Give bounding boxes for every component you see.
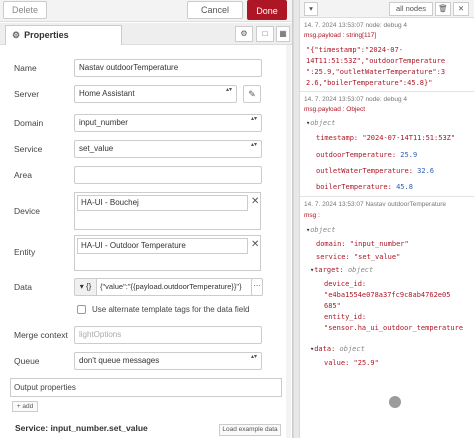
tab-properties[interactable]: ⚙ Properties (5, 25, 122, 45)
message-divider (300, 196, 474, 197)
server-select[interactable]: Home Assistant (74, 85, 237, 103)
entity-label: Entity (14, 247, 36, 257)
load-example-button[interactable]: Load example data (219, 424, 281, 436)
mouse-cursor-indicator (389, 396, 401, 408)
debug-sidebar: ▾ all nodes 🗑 ✕ 14. 7. 2024 13:53:07 nod… (300, 0, 474, 438)
remove-entity-icon[interactable]: ✕ (251, 239, 259, 250)
pencil-icon: ✎ (248, 89, 256, 99)
data-value: {"value":"{{payload.outdoorTemperature}}… (100, 282, 242, 291)
property-value: "e4ba1554e078a37fc9c8ab4762e05 (324, 291, 451, 299)
settings-tab-icon[interactable]: ⚙ (235, 26, 253, 42)
object-toggle[interactable]: ▾object (306, 226, 336, 234)
editor-tabbar: ⚙ Properties ⚙ □ ▦ (0, 23, 292, 45)
property-row: service: "set_value" (316, 253, 401, 261)
service-select[interactable]: set_value (74, 140, 262, 158)
property-row: device_id: (324, 280, 367, 288)
description-tab-icon[interactable]: □ (256, 26, 274, 42)
json-type-icon: {} (85, 282, 92, 291)
appearance-tab-icon[interactable]: ▦ (276, 26, 290, 42)
service-footer: Service: input_number.set_value (15, 423, 148, 433)
property-row: outdoorTemperature: 25.9 (316, 151, 418, 159)
payload-line: 2.6,"boilerTemperature":45.8}" (306, 79, 433, 87)
editor-scrollbar[interactable] (286, 45, 291, 438)
gear-icon: ⚙ (12, 30, 21, 40)
message-type: msg : (304, 212, 320, 219)
merge-context-input[interactable]: lightOptions (74, 326, 262, 344)
message-divider (300, 91, 474, 92)
service-label: Service (14, 144, 43, 154)
remove-device-icon[interactable]: ✕ (251, 196, 259, 207)
alt-template-checkbox[interactable] (77, 305, 86, 314)
entity-picker[interactable]: HA-UI - Outdoor Temperature ✕ (74, 235, 261, 271)
message-type: msg.payload : Object (304, 106, 366, 113)
queue-select[interactable]: don't queue messages (74, 352, 262, 370)
panel-splitter[interactable] (293, 0, 300, 438)
property-value: 685" (324, 302, 341, 310)
node-filter-label: all nodes (395, 4, 427, 13)
property-row: outletWaterTemperature: 32.6 (316, 167, 435, 175)
clear-messages-button[interactable]: 🗑 (435, 2, 451, 16)
message-type: msg.payload : string[117] (304, 32, 377, 39)
clear-filter-button[interactable]: ✕ (453, 2, 469, 16)
merge-context-label: Merge context (14, 330, 68, 340)
property-value: "sensor.ha_ui_outdoor_temperature (324, 324, 464, 332)
data-type-selector[interactable]: ▾ {} (75, 279, 97, 295)
alt-template-label: Use alternate template tags for the data… (92, 305, 250, 314)
property-row: domain: "input_number" (316, 240, 409, 248)
message-meta: 14. 7. 2024 13:53:07 Nastav outdoorTempe… (304, 201, 447, 208)
entity-chip: HA-UI - Outdoor Temperature (77, 238, 248, 254)
property-row: boilerTemperature: 45.8 (316, 183, 413, 191)
editor-toolbar: Delete Cancel Done (0, 0, 292, 22)
queue-label: Queue (14, 356, 40, 366)
edit-server-button[interactable]: ✎ (243, 85, 261, 103)
property-row: timestamp: "2024-07-14T11:51:53Z" (316, 134, 456, 142)
object-type: object (310, 119, 336, 127)
property-row: entity_id: (324, 313, 367, 321)
data-toggle[interactable]: ▾data: object (310, 345, 365, 353)
name-input[interactable]: Nastav outdoorTemperature (74, 59, 262, 77)
target-toggle[interactable]: ▾target: object (310, 266, 373, 274)
trash-icon: 🗑 (438, 4, 448, 13)
message-meta: 14. 7. 2024 13:53:07 node: debug 4 (304, 22, 408, 29)
delete-button[interactable]: Delete (3, 1, 47, 19)
payload-line: ":25.9,"outletWaterTemperature":3 (306, 68, 446, 76)
area-input[interactable] (74, 166, 262, 184)
object-toggle[interactable]: ▾object (306, 119, 336, 127)
cancel-button[interactable]: Cancel (187, 1, 243, 19)
name-label: Name (14, 63, 37, 73)
property-row: value: "25.9" (324, 359, 379, 367)
expand-editor-button[interactable]: ⋯ (251, 278, 263, 296)
close-icon: ✕ (457, 4, 465, 13)
server-label: Server (14, 89, 40, 99)
domain-label: Domain (14, 118, 44, 128)
output-properties-list: Output properties (10, 378, 282, 397)
area-label: Area (14, 170, 32, 180)
chevron-down-icon: ▾ (79, 282, 84, 291)
tab-properties-label: Properties (24, 30, 69, 40)
add-output-button[interactable]: + add (12, 401, 38, 412)
device-picker[interactable]: HA-UI - Bouchej ✕ (74, 192, 261, 230)
domain-select[interactable]: input_number (74, 114, 262, 132)
message-meta: 14. 7. 2024 13:53:07 node: debug 4 (304, 96, 408, 103)
payload-line: "{"timestamp":"2024-07- (306, 46, 403, 54)
payload-line: 14T11:51:53Z","outdoorTemperature (306, 57, 446, 65)
node-editor-panel: Delete Cancel Done ⚙ Properties ⚙ □ ▦ Nam… (0, 0, 293, 438)
device-chip: HA-UI - Bouchej (77, 195, 248, 211)
object-type: object (310, 226, 336, 234)
ellipsis-icon: ⋯ (253, 283, 261, 290)
node-filter-button[interactable]: all nodes (389, 2, 433, 16)
data-typed-input[interactable]: ▾ {} {"value":"{{payload.outdoorTemperatu… (74, 278, 262, 296)
filter-icon[interactable]: ▾ (304, 2, 318, 16)
done-button[interactable]: Done (247, 0, 287, 20)
debug-toolbar: ▾ all nodes 🗑 ✕ (300, 0, 474, 18)
device-label: Device (14, 206, 40, 216)
data-label: Data (14, 282, 32, 292)
